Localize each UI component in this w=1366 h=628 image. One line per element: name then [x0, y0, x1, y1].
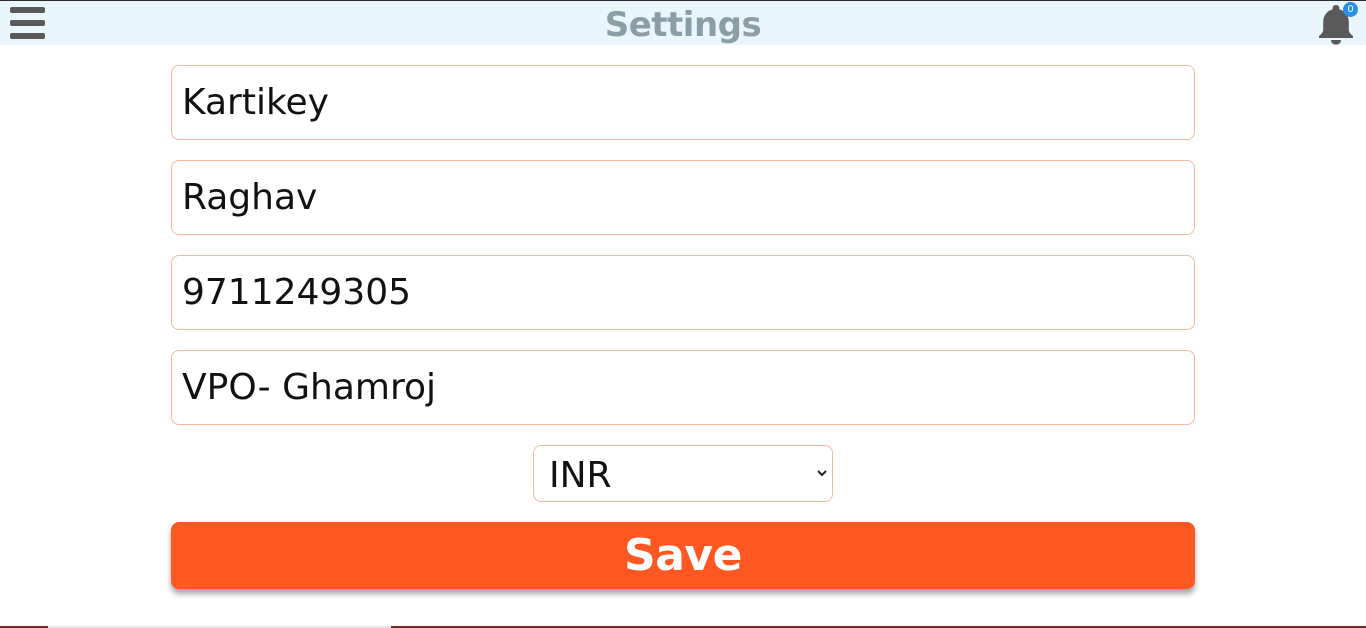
app-header: Settings 0	[0, 0, 1366, 45]
notification-count-badge: 0	[1343, 2, 1358, 17]
page-title: Settings	[604, 5, 762, 45]
currency-selected-value: INR	[549, 455, 612, 496]
last-name-input[interactable]	[171, 160, 1195, 235]
first-name-input[interactable]	[171, 65, 1195, 140]
save-button[interactable]: Save	[171, 522, 1195, 589]
chevron-down-icon	[817, 470, 827, 477]
phone-input[interactable]	[171, 255, 1195, 330]
address-input[interactable]	[171, 350, 1195, 425]
currency-select[interactable]: INR	[533, 445, 833, 502]
